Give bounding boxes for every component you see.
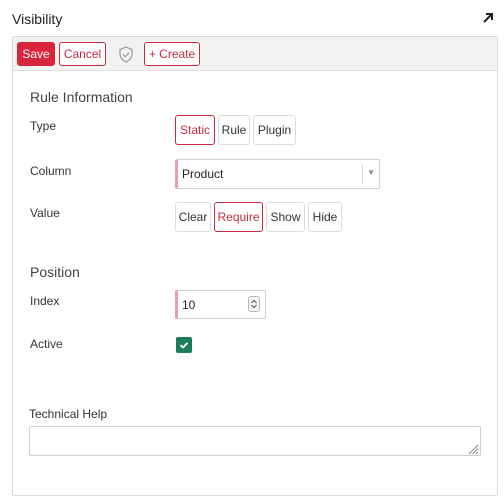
- type-option-static[interactable]: Static: [175, 115, 215, 145]
- save-button[interactable]: Save: [17, 42, 55, 66]
- rule-information-heading: Rule Information: [30, 89, 133, 105]
- type-option-rule[interactable]: Rule: [218, 115, 250, 145]
- index-label: Index: [30, 294, 60, 308]
- value-option-show[interactable]: Show: [266, 202, 305, 232]
- index-input[interactable]: 10: [175, 290, 266, 319]
- technical-help-textarea[interactable]: [29, 426, 481, 456]
- active-label: Active: [30, 337, 63, 351]
- cancel-button[interactable]: Cancel: [59, 42, 106, 66]
- technical-help-label: Technical Help: [29, 407, 108, 421]
- spinner-icon[interactable]: [248, 296, 260, 312]
- value-option-clear[interactable]: Clear: [175, 202, 211, 232]
- check-icon: [176, 340, 192, 357]
- window-title-bar: Visibility: [0, 0, 504, 36]
- value-option-hide[interactable]: Hide: [308, 202, 342, 232]
- type-option-plugin[interactable]: Plugin: [253, 115, 296, 145]
- window-title: Visibility: [12, 11, 63, 27]
- active-checkbox[interactable]: [176, 337, 192, 353]
- index-input-value: 10: [182, 298, 196, 312]
- create-button[interactable]: + Create: [144, 42, 200, 66]
- type-label: Type: [30, 119, 57, 133]
- expand-arrow-icon[interactable]: [481, 11, 495, 25]
- toolbar: Save Cancel + Create: [13, 37, 497, 71]
- visibility-form-panel: Save Cancel + Create Rule Information Ty…: [12, 36, 498, 496]
- column-select[interactable]: Product ▼: [175, 159, 380, 189]
- chevron-down-icon[interactable]: ▼: [367, 168, 375, 177]
- resize-grip-icon[interactable]: [467, 442, 479, 455]
- select-divider: [362, 164, 363, 184]
- position-heading: Position: [30, 264, 80, 280]
- column-label: Column: [30, 164, 72, 178]
- shield-icon[interactable]: [118, 46, 134, 63]
- value-label: Value: [30, 206, 60, 220]
- column-select-value: Product: [182, 167, 224, 181]
- value-option-require[interactable]: Require: [214, 202, 263, 232]
